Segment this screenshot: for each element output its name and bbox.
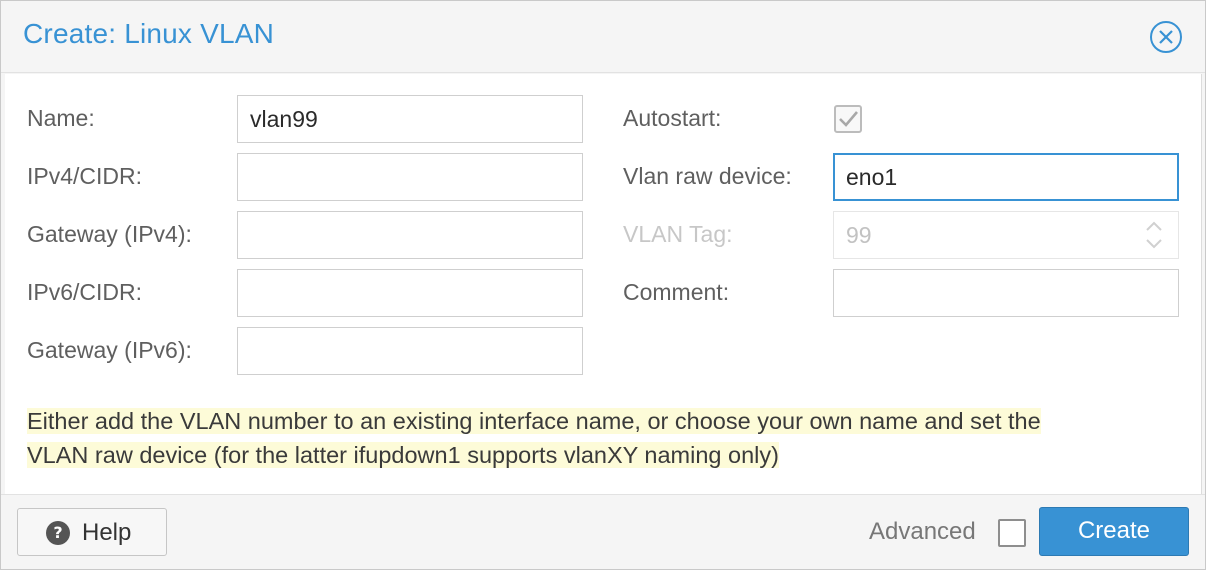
vlan-tag-spinner — [1143, 215, 1165, 255]
advanced-label: Advanced — [869, 518, 976, 545]
vlan-raw-device-label: Vlan raw device: — [623, 163, 792, 189]
dialog-body: Name: IPv4/CIDR: Gateway (IPv4): IPv6/CI… — [5, 74, 1202, 494]
create-button[interactable]: Create — [1039, 507, 1189, 556]
scroll-divider — [1201, 74, 1202, 494]
ipv6-cidr-input[interactable] — [237, 269, 583, 317]
close-circle-icon — [1150, 21, 1182, 53]
gateway-ipv6-label: Gateway (IPv6): — [27, 337, 192, 363]
dialog-footer: ? Help Advanced Create — [1, 494, 1205, 569]
name-label: Name: — [27, 105, 95, 131]
comment-input[interactable] — [833, 269, 1179, 317]
ipv4-cidr-input[interactable] — [237, 153, 583, 201]
autostart-label: Autostart: — [623, 105, 722, 131]
hint-line-1: Either add the VLAN number to an existin… — [27, 408, 1041, 434]
gateway-ipv4-input[interactable] — [237, 211, 583, 259]
dialog-header: Create: Linux VLAN — [1, 1, 1205, 73]
gateway-ipv6-input[interactable] — [237, 327, 583, 375]
ipv4-cidr-label: IPv4/CIDR: — [27, 163, 143, 189]
dialog-title: Create: Linux VLAN — [23, 18, 275, 49]
advanced-checkbox[interactable] — [998, 519, 1026, 547]
comment-label: Comment: — [623, 279, 730, 305]
vlan-tag-label: VLAN Tag: — [623, 221, 733, 247]
checkmark-icon — [839, 111, 858, 127]
question-circle-icon: ? — [46, 521, 70, 545]
autostart-checkbox[interactable] — [834, 105, 862, 133]
close-button[interactable] — [1149, 20, 1183, 54]
name-input[interactable] — [237, 95, 583, 143]
ipv6-cidr-label: IPv6/CIDR: — [27, 279, 143, 305]
help-button-label: Help — [82, 519, 132, 546]
vlan-tag-input — [833, 211, 1179, 259]
vlan-raw-device-input[interactable] — [833, 153, 1179, 201]
gateway-ipv4-label: Gateway (IPv4): — [27, 221, 192, 247]
vlan-hint-text: Either add the VLAN number to an existin… — [27, 404, 1197, 472]
help-button[interactable]: ? Help — [17, 508, 167, 556]
create-linux-vlan-dialog: Create: Linux VLAN Name: IPv4/CIDR: Gate… — [0, 0, 1206, 570]
hint-line-2: VLAN raw device (for the latter ifupdown… — [27, 442, 779, 468]
spinner-arrows-icon — [1146, 221, 1162, 249]
